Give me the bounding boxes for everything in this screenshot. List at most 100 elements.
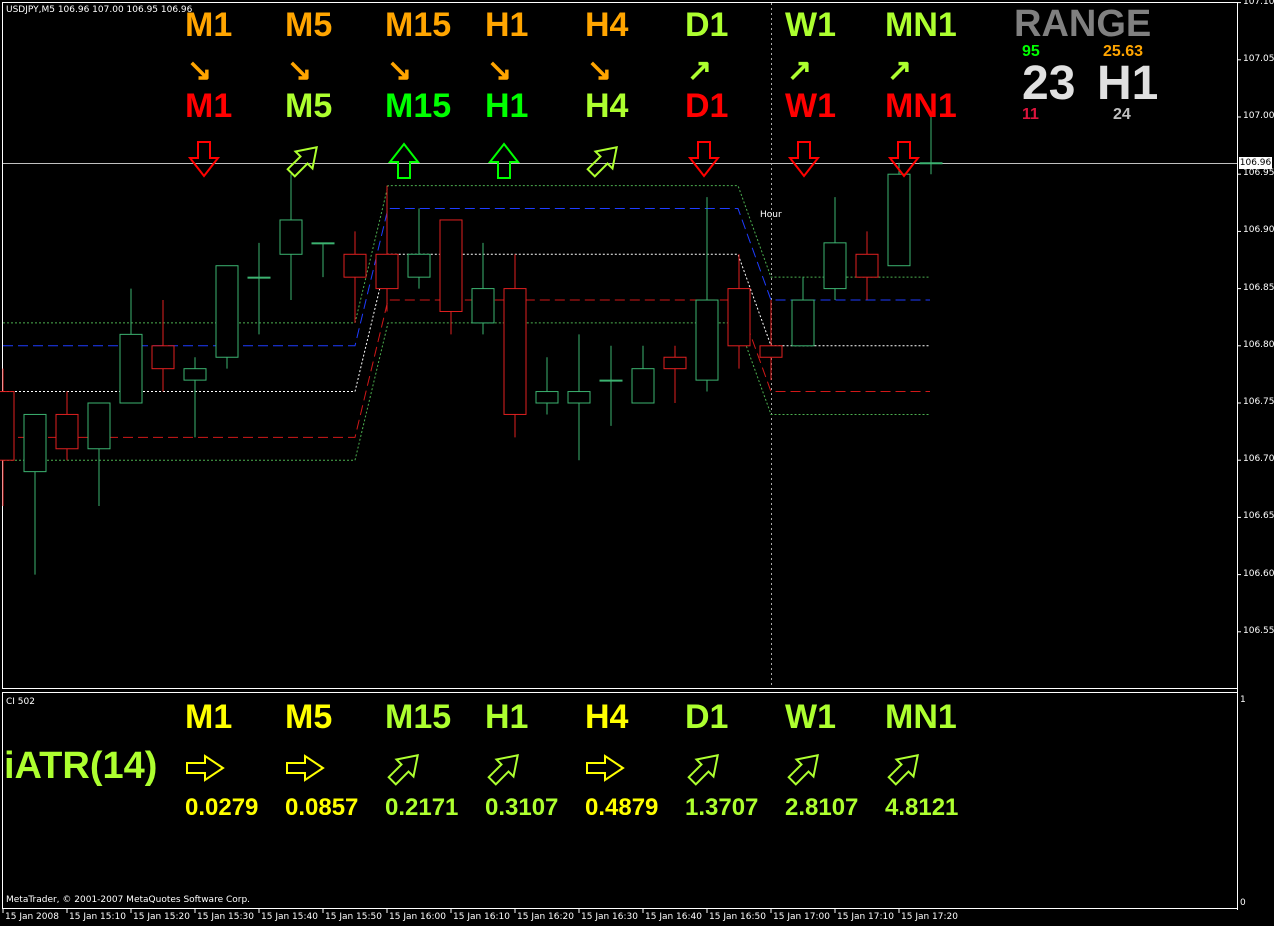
candle-body [759,345,783,358]
level-line-green-upper [3,185,930,324]
time-label: 15 Jan 15:20 [133,912,190,922]
atr-signal-arrows [186,754,919,786]
tf-top-label-m15: M15 [385,6,452,44]
signal-arrows [187,141,921,179]
price-label: 107.00 [1243,111,1274,121]
tf-trend-arrow-icon: ↘ [587,54,613,87]
price-label: 106.55 [1243,625,1274,636]
candle-body [311,242,335,245]
candle-body [535,391,559,404]
atr-tf-label-h1: H1 [485,698,529,736]
tf-top-label-m1: M1 [185,6,233,44]
tf-top-label-h4: H4 [585,6,629,44]
signal-arrow-up-right-icon [286,146,318,178]
time-label: 15 Jan 16:40 [645,912,702,922]
sub-window-title: CI 502 [6,697,35,707]
candle-body [343,253,367,278]
price-label: 106.95 [1243,168,1274,179]
atr-arrow-up-right-icon [487,754,519,786]
time-label: 15 Jan 2008 [5,912,59,922]
candle-body [23,413,47,473]
candle-body [183,368,207,381]
time-label: 15 Jan 15:50 [325,912,382,922]
chart-title: USDJPY,M5 106.96 107.00 106.95 106.96 [6,5,193,15]
candle-body [215,265,239,358]
range-title: RANGE [1014,3,1152,45]
pivot-levels [3,185,930,461]
candle-body [439,219,463,312]
tf-signal-label-w1: W1 [785,87,836,125]
signal-arrow-up-icon [487,142,521,179]
atr-arrow-up-right-icon [887,754,919,786]
candle-body [567,391,591,404]
candle-body [0,391,15,461]
atr-indicator-label: iATR(14) [4,745,158,787]
candle-body [919,162,943,165]
time-label: 15 Jan 16:00 [389,912,446,922]
range-left-bottom: 11 [1022,106,1039,123]
price-label: 107.05 [1243,53,1274,64]
time-label: 15 Jan 17:20 [901,912,958,922]
time-label: 15 Jan 15:40 [261,912,318,922]
sub-scale-top: 1 [1240,695,1246,705]
tf-trend-arrow-icon: ↗ [887,54,913,87]
candle-body [375,253,399,290]
candle-body [823,242,847,290]
candle-body [727,288,751,347]
time-label: 15 Jan 15:10 [69,912,126,922]
price-label: 106.80 [1243,339,1274,350]
candle-body [855,253,879,278]
atr-arrow-right-icon [186,754,225,782]
range-right-big: H1 [1097,57,1159,110]
tf-trend-arrow-icon: ↘ [487,54,513,87]
signal-arrow-down-icon [687,141,721,178]
atr-tf-label-m15: M15 [385,698,452,736]
tf-top-label-h1: H1 [485,6,529,44]
time-label: 15 Jan 16:50 [709,912,766,922]
candle-body [695,299,719,381]
tf-signal-label-h1: H1 [485,87,529,125]
time-label: 15 Jan 16:20 [517,912,574,922]
atr-value: 4.8121 [885,794,959,821]
tf-signal-label-d1: D1 [685,87,729,125]
sub-scale-bottom: 0 [1240,898,1246,908]
tf-signal-label-m1: M1 [185,87,233,125]
signal-arrow-up-right-icon [586,146,618,178]
time-label: 15 Jan 17:00 [773,912,830,922]
atr-value: 1.3707 [685,794,759,821]
time-label: 15 Jan 15:30 [197,912,254,922]
candle-body [55,413,79,450]
range-right-bottom: 24 [1113,106,1131,123]
atr-arrow-up-right-icon [687,754,719,786]
price-label: 107.10 [1243,0,1274,7]
atr-value: 0.3107 [485,794,559,821]
tf-top-label-d1: D1 [685,6,729,44]
atr-value: 0.0857 [285,794,359,821]
tf-signal-label-m15: M15 [385,87,452,125]
candle-body [503,288,527,415]
signal-arrow-down-icon [887,141,921,178]
atr-arrow-right-icon [586,754,625,782]
candle-body [279,219,303,255]
candle-body [87,402,111,450]
tf-top-label-mn1: MN1 [885,6,957,44]
atr-value: 0.2171 [385,794,459,821]
tf-signal-label-m5: M5 [285,87,333,125]
time-label: 15 Jan 16:10 [453,912,510,922]
price-label: 106.65 [1243,511,1274,522]
tf-trend-arrow-icon: ↘ [187,54,213,87]
candle-body [663,356,687,370]
candle-body [791,299,815,347]
candle-body [631,368,655,404]
candle-body [887,173,911,267]
atr-tf-label-d1: D1 [685,698,729,736]
atr-tf-label-mn1: MN1 [885,698,957,736]
atr-arrow-up-right-icon [787,754,819,786]
tf-signal-label-mn1: MN1 [885,87,957,125]
hour-label: Hour [760,210,782,220]
signal-arrow-down-icon [787,141,821,178]
candle-body [407,253,431,278]
tf-top-label-m5: M5 [285,6,333,44]
current-price-label: 106.96 [1239,157,1272,169]
atr-tf-label-m5: M5 [285,698,333,736]
